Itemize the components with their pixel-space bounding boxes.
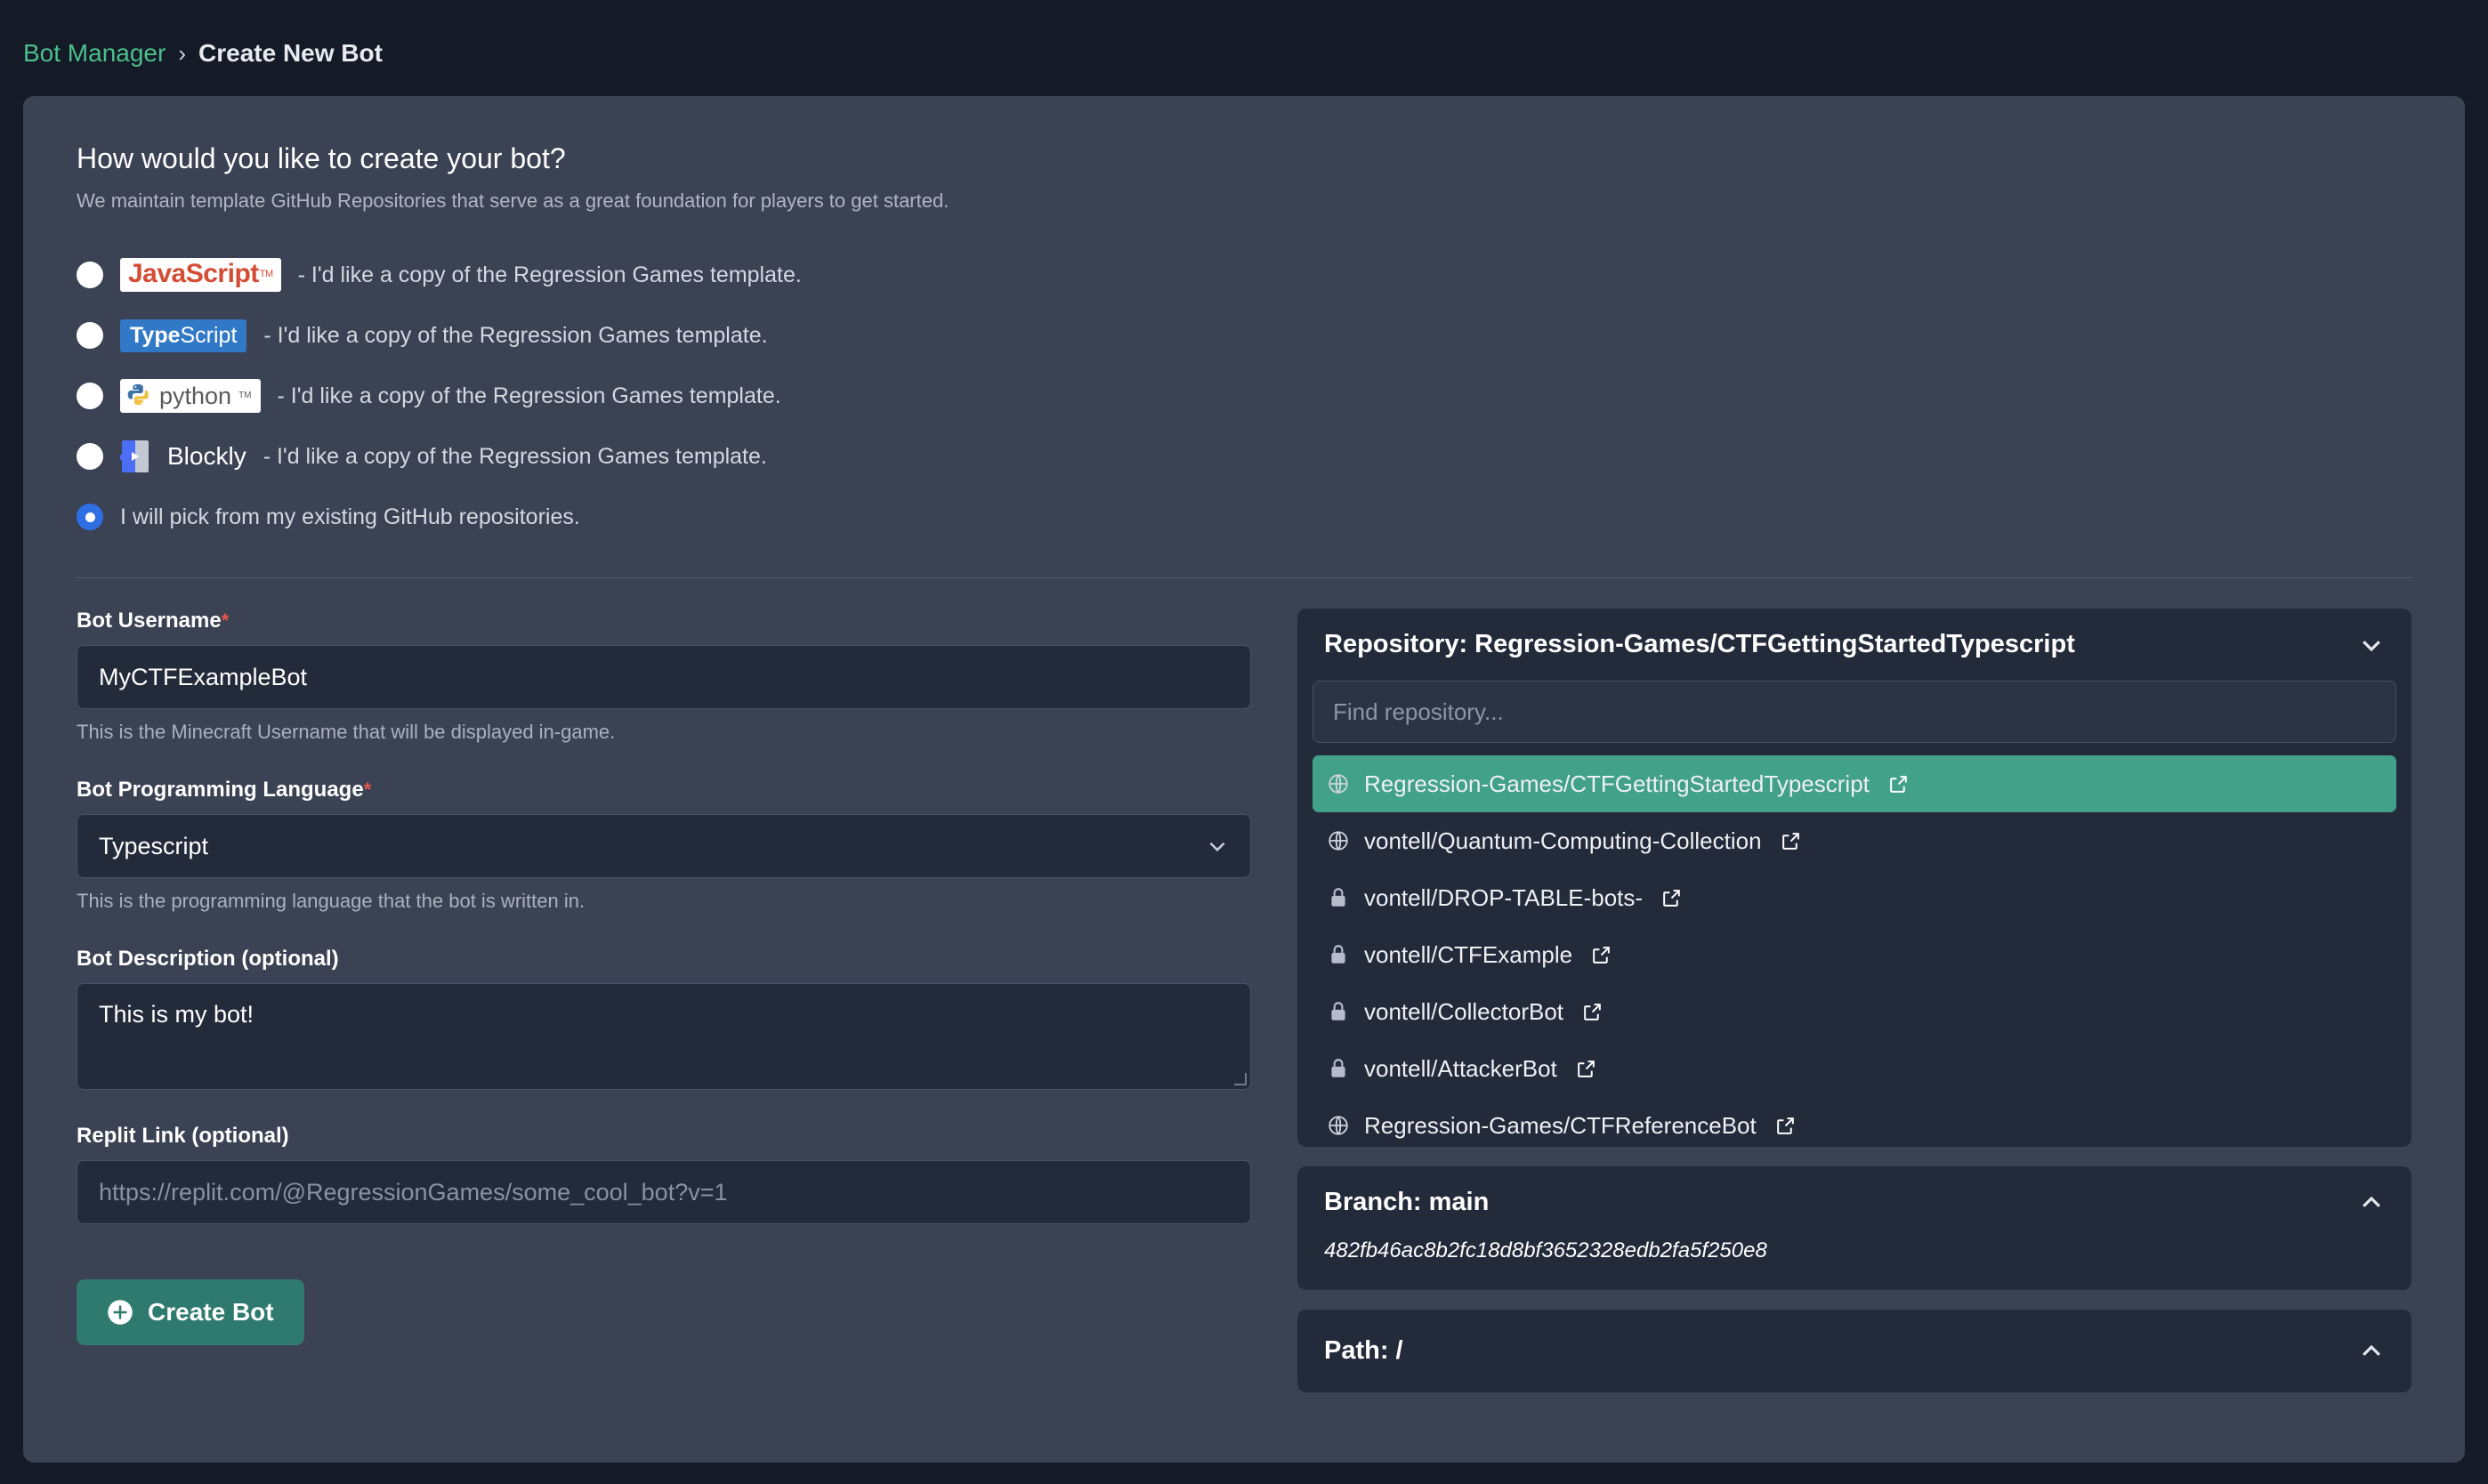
repository-search-wrap: Find repository... (1297, 681, 2411, 755)
external-link-icon[interactable] (1774, 1115, 1797, 1137)
repository-panel: Repository: Regression-Games/CTFGettingS… (1297, 609, 2411, 1147)
blockly-label: Blockly (167, 442, 246, 471)
create-bot-button[interactable]: Create Bot (77, 1279, 304, 1345)
radio-python[interactable] (77, 383, 103, 409)
repository-panel-title: Repository: Regression-Games/CTFGettingS… (1324, 630, 2075, 659)
lock-icon (1327, 886, 1350, 909)
radio-typescript[interactable] (77, 322, 103, 349)
creation-option-typescript[interactable]: TypeScript - I'd like a copy of the Regr… (77, 305, 2411, 366)
creation-option-javascript[interactable]: JavaScriptTM - I'd like a copy of the Re… (77, 245, 2411, 305)
breadcrumb-current-page: Create New Bot (198, 39, 383, 68)
repository-name: Regression-Games/CTFReferenceBot (1364, 1112, 1757, 1140)
radio-existing-repos[interactable] (77, 504, 103, 530)
breadcrumb-separator-icon: › (178, 40, 186, 68)
bot-form: Bot Username* MyCTFExampleBot This is th… (77, 609, 1251, 1412)
creation-option-label: - I'd like a copy of the Regression Game… (298, 262, 802, 288)
section-divider (77, 577, 2411, 578)
python-logo-icon: pythonTM (120, 379, 261, 413)
repository-list-item[interactable]: vontell/AttackerBot (1313, 1040, 2396, 1097)
create-bot-button-label: Create Bot (148, 1298, 274, 1327)
plus-circle-icon (107, 1299, 133, 1326)
creation-option-label: - I'd like a copy of the Regression Game… (263, 323, 767, 349)
globe-icon (1327, 829, 1350, 852)
bot-language-select[interactable]: Typescript (77, 814, 1251, 878)
typescript-logo-icon: TypeScript (120, 319, 246, 352)
required-asterisk-icon: * (364, 778, 372, 801)
bot-language-hint: This is the programming language that th… (77, 890, 1251, 913)
breadcrumb-link-bot-manager[interactable]: Bot Manager (23, 39, 166, 68)
breadcrumb: Bot Manager › Create New Bot (0, 0, 2488, 68)
external-link-icon[interactable] (1780, 830, 1802, 852)
bot-language-value: Typescript (99, 833, 208, 860)
creation-option-label: - I'd like a copy of the Regression Game… (263, 444, 767, 470)
external-link-icon[interactable] (1887, 773, 1910, 795)
bot-description-value: This is my bot! (99, 999, 254, 1030)
repository-name: vontell/Quantum-Computing-Collection (1364, 827, 1762, 855)
external-link-icon[interactable] (1660, 887, 1683, 909)
repository-list-item[interactable]: vontell/DROP-TABLE-bots- (1313, 869, 2396, 926)
blockly-logo-icon (120, 440, 150, 473)
globe-icon (1327, 772, 1350, 795)
replit-link-label: Replit Link (optional) (77, 1124, 1251, 1149)
field-bot-username: Bot Username* MyCTFExampleBot This is th… (77, 609, 1251, 744)
repository-name: vontell/CTFExample (1364, 941, 1572, 969)
javascript-logo-icon: JavaScriptTM (120, 258, 281, 292)
path-panel-header[interactable]: Path: / (1297, 1310, 2411, 1392)
create-bot-card: How would you like to create your bot? W… (23, 96, 2465, 1463)
page-title: How would you like to create your bot? (77, 142, 2411, 175)
chevron-down-icon[interactable] (2358, 632, 2385, 658)
repository-selector: Repository: Regression-Games/CTFGettingS… (1297, 609, 2411, 1412)
field-bot-language: Bot Programming Language* Typescript Thi… (77, 778, 1251, 913)
bot-description-textarea[interactable]: This is my bot! (77, 983, 1251, 1090)
repository-list-item[interactable]: vontell/CollectorBot (1313, 983, 2396, 1040)
repository-name: vontell/DROP-TABLE-bots- (1364, 884, 1643, 912)
page-subtitle: We maintain template GitHub Repositories… (77, 190, 2411, 213)
field-bot-description: Bot Description (optional) This is my bo… (77, 947, 1251, 1090)
external-link-icon[interactable] (1575, 1058, 1597, 1080)
bot-username-hint: This is the Minecraft Username that will… (77, 721, 1251, 744)
repository-name: vontell/CollectorBot (1364, 998, 1563, 1026)
lock-icon (1327, 1057, 1350, 1080)
lock-icon (1327, 943, 1350, 966)
creation-option-blockly[interactable]: Blockly - I'd like a copy of the Regress… (77, 426, 2411, 487)
repository-list-item[interactable]: vontell/Quantum-Computing-Collection (1313, 812, 2396, 869)
creation-options-group: JavaScriptTM - I'd like a copy of the Re… (77, 245, 2411, 547)
path-panel: Path: / (1297, 1310, 2411, 1392)
branch-commit-hash: 482fb46ac8b2fc18d8bf3652328edb2fa5f250e8 (1297, 1238, 2411, 1290)
branch-panel-header[interactable]: Branch: main (1297, 1166, 2411, 1238)
creation-option-python[interactable]: pythonTM - I'd like a copy of the Regres… (77, 366, 2411, 426)
branch-panel-title: Branch: main (1324, 1188, 1489, 1217)
repository-list-item[interactable]: Regression-Games/CTFGettingStartedTypesc… (1313, 755, 2396, 812)
repository-panel-header[interactable]: Repository: Regression-Games/CTFGettingS… (1297, 609, 2411, 681)
bot-username-label: Bot Username* (77, 609, 1251, 633)
repository-name: vontell/AttackerBot (1364, 1055, 1557, 1083)
bot-language-label: Bot Programming Language* (77, 778, 1251, 802)
textarea-resize-handle[interactable] (1234, 1073, 1247, 1085)
chevron-up-icon[interactable] (2358, 1338, 2385, 1365)
chevron-up-icon[interactable] (2358, 1190, 2385, 1216)
repository-name: Regression-Games/CTFGettingStartedTypesc… (1364, 770, 1870, 798)
globe-icon (1327, 1114, 1350, 1137)
bot-username-input[interactable]: MyCTFExampleBot (77, 645, 1251, 709)
bot-description-label: Bot Description (optional) (77, 947, 1251, 972)
external-link-icon[interactable] (1590, 944, 1612, 966)
lock-icon (1327, 1000, 1350, 1023)
creation-option-label: - I'd like a copy of the Regression Game… (278, 383, 781, 409)
repository-list-item[interactable]: vontell/CTFExample (1313, 926, 2396, 983)
creation-option-label: I will pick from my existing GitHub repo… (120, 504, 580, 530)
chevron-down-icon (1206, 835, 1229, 858)
required-asterisk-icon: * (222, 609, 230, 632)
python-snake-icon (125, 383, 152, 409)
repository-list-item[interactable]: Regression-Games/CTFReferenceBot (1313, 1097, 2396, 1147)
field-replit-link: Replit Link (optional) https://replit.co… (77, 1124, 1251, 1224)
repository-search-input[interactable]: Find repository... (1313, 681, 2396, 743)
path-panel-title: Path: / (1324, 1336, 1403, 1366)
branch-panel: Branch: main 482fb46ac8b2fc18d8bf3652328… (1297, 1166, 2411, 1290)
repository-list[interactable]: Regression-Games/CTFGettingStartedTypesc… (1297, 755, 2411, 1147)
external-link-icon[interactable] (1581, 1001, 1603, 1023)
replit-link-input[interactable]: https://replit.com/@RegressionGames/some… (77, 1160, 1251, 1224)
creation-option-existing-repos[interactable]: I will pick from my existing GitHub repo… (77, 487, 2411, 547)
radio-blockly[interactable] (77, 443, 103, 470)
radio-javascript[interactable] (77, 262, 103, 288)
